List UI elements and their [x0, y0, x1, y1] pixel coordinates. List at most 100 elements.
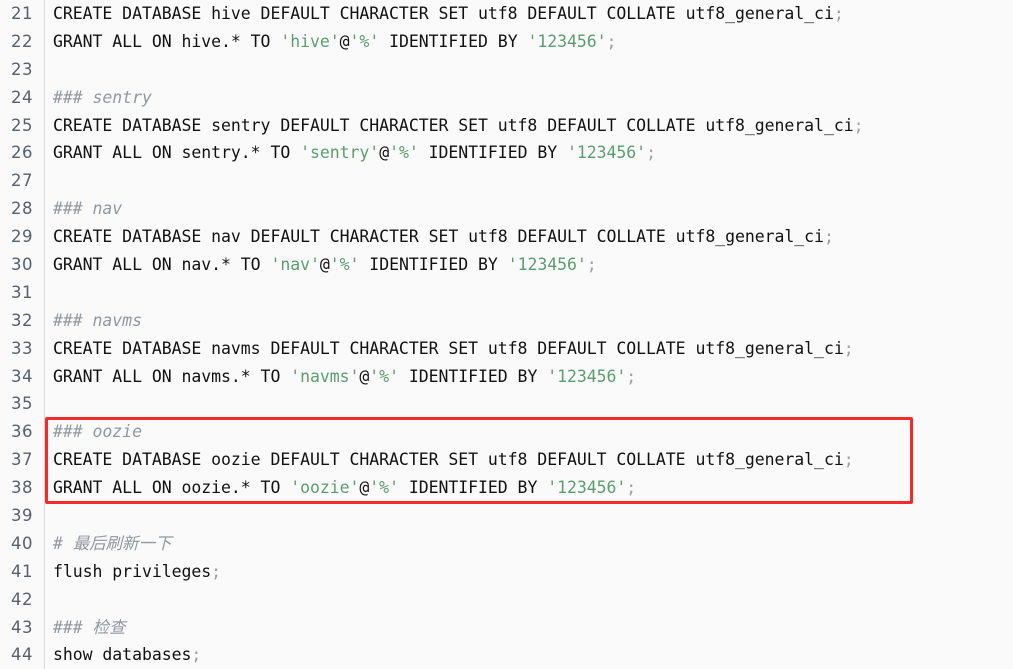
line-content: show databases; [53, 641, 201, 669]
code-token: ### navms [53, 310, 142, 330]
code-line[interactable]: 34 GRANT ALL ON navms.* TO 'navms'@'%' ID… [0, 363, 1013, 391]
code-line[interactable]: 35 [0, 390, 1013, 418]
code-line[interactable]: 44 show databases; [0, 641, 1013, 669]
code-token: '123456' [527, 31, 607, 51]
code-token: CREATE DATABASE hive DEFAULT CHARACTER S… [53, 4, 834, 23]
code-line[interactable]: 23 [0, 56, 1013, 84]
code-token: 最后刷新一下 [72, 533, 172, 553]
line-content: GRANT ALL ON oozie.* TO 'oozie'@'%' IDEN… [53, 474, 636, 502]
code-line[interactable]: 32 ### navms [0, 307, 1013, 335]
line-content: CREATE DATABASE sentry DEFAULT CHARACTER… [53, 112, 864, 140]
code-line[interactable]: 39 [0, 502, 1013, 530]
code-token: ### [53, 617, 93, 637]
code-line[interactable]: 22 GRANT ALL ON hive.* TO 'hive'@'%' IDEN… [0, 28, 1013, 56]
line-number: 32 [11, 310, 33, 330]
code-token: @ [319, 255, 330, 275]
line-number: 40 [11, 533, 33, 553]
line-content: ### oozie [53, 418, 142, 446]
code-line[interactable]: 30 GRANT ALL ON nav.* TO 'nav'@'%' IDENTI… [0, 251, 1013, 279]
code-token: IDENTIFIED BY [418, 143, 567, 163]
code-token: CREATE DATABASE navms DEFAULT CHARACTER … [53, 338, 844, 358]
line-number: 33 [11, 338, 33, 358]
code-line[interactable]: 38 GRANT ALL ON oozie.* TO 'oozie'@'%' ID… [0, 474, 1013, 502]
line-content: ### nav [53, 195, 122, 223]
line-content: CREATE DATABASE oozie DEFAULT CHARACTER … [53, 446, 854, 474]
code-token: ### oozie [53, 422, 142, 442]
code-token: GRANT ALL ON navms.* TO [53, 366, 291, 386]
code-line[interactable]: 40 # 最后刷新一下 [0, 530, 1013, 558]
code-token: @ [379, 143, 390, 163]
line-number: 25 [11, 115, 33, 135]
code-line[interactable]: 26 GRANT ALL ON sentry.* TO 'sentry'@'%' … [0, 139, 1013, 167]
code-line[interactable]: 28 ### nav [0, 195, 1013, 223]
line-number: 24 [11, 87, 33, 107]
code-line[interactable]: 42 [0, 586, 1013, 614]
code-token: show databases [53, 645, 192, 665]
line-content: ### navms [53, 307, 142, 335]
code-token: ; [646, 143, 656, 163]
code-line[interactable]: 29 CREATE DATABASE nav DEFAULT CHARACTER … [0, 223, 1013, 251]
line-number: 28 [11, 199, 33, 219]
code-line[interactable]: 31 [0, 279, 1013, 307]
code-token: 'navms' [290, 366, 360, 386]
code-token: IDENTIFIED BY [359, 255, 508, 275]
code-token: ### nav [53, 199, 123, 219]
code-token: ; [626, 478, 637, 498]
code-token: ### sentry [53, 87, 152, 107]
code-token: ; [843, 338, 854, 358]
line-content: CREATE DATABASE navms DEFAULT CHARACTER … [53, 335, 854, 363]
line-number: 29 [11, 227, 33, 247]
code-token: ; [626, 366, 637, 386]
line-number: 26 [11, 143, 33, 163]
line-number: 38 [11, 478, 33, 498]
line-content: ### sentry [53, 84, 152, 112]
code-line[interactable]: 24 ### sentry [0, 84, 1013, 112]
code-token: 'sentry' [300, 143, 380, 163]
line-number: 43 [11, 617, 33, 637]
code-token: GRANT ALL ON hive.* TO [53, 31, 281, 51]
code-token: ; [833, 4, 844, 23]
code-token: CREATE DATABASE sentry DEFAULT CHARACTER… [53, 115, 854, 135]
code-token: 检查 [92, 617, 126, 637]
code-line[interactable]: 25 CREATE DATABASE sentry DEFAULT CHARACT… [0, 112, 1013, 140]
line-number: 44 [11, 645, 33, 665]
code-line[interactable]: 43 ### 检查 [0, 614, 1013, 642]
code-line[interactable]: 37 CREATE DATABASE oozie DEFAULT CHARACTE… [0, 446, 1013, 474]
code-line[interactable]: 41 flush privileges; [0, 558, 1013, 586]
code-token: # [53, 533, 73, 553]
line-number: 21 [11, 4, 33, 23]
line-content: # 最后刷新一下 [53, 530, 172, 558]
code-token: '123456' [567, 143, 647, 163]
code-token: ; [606, 31, 617, 51]
line-number: 36 [11, 422, 33, 442]
code-token: '123456' [547, 366, 627, 386]
line-content: ### 检查 [53, 614, 126, 642]
code-token: '%' [329, 255, 360, 275]
line-number: 23 [11, 59, 33, 79]
code-line[interactable]: 21 CREATE DATABASE hive DEFAULT CHARACTER… [0, 0, 1013, 28]
code-token: GRANT ALL ON nav.* TO [53, 255, 271, 275]
code-viewer[interactable]: 21 CREATE DATABASE hive DEFAULT CHARACTER… [0, 0, 1013, 669]
code-line[interactable]: 27 [0, 167, 1013, 195]
code-token: '%' [369, 478, 399, 498]
line-content: CREATE DATABASE hive DEFAULT CHARACTER S… [53, 0, 844, 28]
line-content: GRANT ALL ON nav.* TO 'nav'@'%' IDENTIFI… [53, 251, 597, 279]
line-content: GRANT ALL ON hive.* TO 'hive'@'%' IDENTI… [53, 28, 616, 56]
code-token: 'oozie' [290, 478, 360, 498]
code-token: IDENTIFIED BY [379, 31, 528, 51]
code-token: GRANT ALL ON oozie.* TO [53, 478, 291, 498]
code-token: GRANT ALL ON sentry.* TO [53, 143, 301, 163]
code-token: ; [211, 561, 222, 581]
code-token: '123456' [547, 478, 627, 498]
code-token: flush privileges [53, 561, 212, 581]
code-token: @ [339, 31, 350, 51]
code-lines: 21 CREATE DATABASE hive DEFAULT CHARACTER… [0, 0, 1013, 669]
code-token: IDENTIFIED BY [398, 366, 548, 386]
code-line[interactable]: 33 CREATE DATABASE navms DEFAULT CHARACTE… [0, 335, 1013, 363]
code-line[interactable]: 36 ### oozie [0, 418, 1013, 446]
code-token: 'nav' [270, 255, 320, 275]
code-token: @ [359, 478, 370, 498]
line-number: 42 [11, 589, 33, 609]
code-token: 'hive' [280, 31, 340, 51]
line-content: CREATE DATABASE nav DEFAULT CHARACTER SE… [53, 223, 834, 251]
